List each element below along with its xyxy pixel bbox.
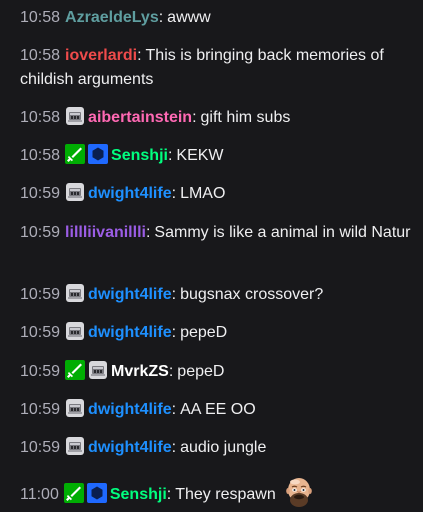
moderator-sword-icon xyxy=(65,360,86,380)
message-separator: : xyxy=(171,185,177,202)
message-text: awww xyxy=(167,9,211,26)
message-separator: : xyxy=(158,9,164,26)
username[interactable]: AzraeldeLys xyxy=(65,9,159,26)
chat-message: 10:59 dwight4life: LMAO xyxy=(20,182,415,206)
message-timestamp: 10:59 xyxy=(20,224,61,241)
chat-message: 10:58 aibertainstein: gift him subs xyxy=(20,106,415,130)
message-timestamp: 10:59 xyxy=(20,286,61,303)
sub-gifter-icon[interactable] xyxy=(65,321,85,341)
bald-man-emote-icon xyxy=(285,478,312,507)
username[interactable]: dwight4life xyxy=(88,324,172,341)
message-timestamp: 10:59 xyxy=(20,324,61,341)
message-timestamp: 10:59 xyxy=(20,439,61,456)
message-text: gift him subs xyxy=(200,109,291,126)
message-text: pepeD xyxy=(177,363,225,380)
sub-gifter-icon[interactable] xyxy=(65,283,85,303)
chat-message: 10:59 MvrkZS: pepeD xyxy=(20,360,415,384)
chat-log: 10:58 AzraeldeLys: awww 10:58 ioverlardi: Th… xyxy=(0,0,423,512)
bald-man-emote-icon[interactable] xyxy=(282,475,316,509)
message-timestamp: 10:58 xyxy=(20,109,61,126)
username[interactable]: lillliivanillli xyxy=(65,224,146,241)
username[interactable]: dwight4life xyxy=(88,401,172,418)
sub-gifter-icon xyxy=(66,107,85,125)
chat-message: 10:59 dwight4life: pepeD xyxy=(20,321,415,345)
message-text: Sammy is like a animal in wild Natur xyxy=(154,224,411,241)
sub-gifter-icon[interactable] xyxy=(65,182,85,202)
message-separator: : xyxy=(192,109,197,126)
message-text: They respawn xyxy=(175,486,276,503)
message-separator: : xyxy=(168,363,174,380)
message-timestamp: 10:59 xyxy=(20,401,61,418)
message-separator: : xyxy=(167,147,173,164)
chat-message: 10:59 lillliivanillli: Sammy is like a ani… xyxy=(20,221,415,245)
chat-message: 11:00 Senshji: They respawn xyxy=(20,475,415,509)
username[interactable]: aibertainstein xyxy=(88,109,192,126)
message-timestamp: 10:59 xyxy=(20,363,61,380)
message-text: LMAO xyxy=(180,185,226,202)
verified-hexagon-icon xyxy=(86,483,107,503)
sub-gifter-icon xyxy=(89,361,108,379)
message-separator: : xyxy=(171,286,177,303)
sub-gifter-icon[interactable] xyxy=(65,436,85,456)
verified-hexagon-icon xyxy=(88,144,109,164)
chat-message: 10:58 ioverlardi: This is bringing back me… xyxy=(20,44,415,92)
moderator-sword-icon[interactable] xyxy=(65,144,86,164)
message-text: KEKW xyxy=(176,147,224,164)
message-separator: : xyxy=(171,401,177,418)
moderator-sword-icon[interactable] xyxy=(65,360,86,380)
username[interactable]: dwight4life xyxy=(88,185,172,202)
message-timestamp: 10:59 xyxy=(20,185,61,202)
chat-message: 10:59 dwight4life: bugsnax crossover? xyxy=(20,283,415,307)
message-text: audio jungle xyxy=(180,439,267,456)
message-separator: : xyxy=(166,486,172,503)
username[interactable]: ioverlardi xyxy=(65,47,137,64)
message-text: pepeD xyxy=(180,324,228,341)
username[interactable]: Senshji xyxy=(111,147,168,164)
moderator-sword-icon[interactable] xyxy=(63,483,84,503)
message-separator: : xyxy=(171,324,177,341)
message-text: AA EE OO xyxy=(180,401,256,418)
chat-message: 10:58 Senshji: KEKW xyxy=(20,144,415,168)
chat-message: 10:59 dwight4life: AA EE OO xyxy=(20,398,415,422)
username[interactable]: Senshji xyxy=(110,486,167,503)
sub-gifter-icon[interactable] xyxy=(65,398,85,418)
chat-message: 10:58 AzraeldeLys: awww xyxy=(20,6,415,30)
message-separator: : xyxy=(145,224,151,241)
message-timestamp: 11:00 xyxy=(20,486,59,503)
message-text: bugsnax crossover? xyxy=(180,286,324,303)
sub-gifter-icon xyxy=(66,322,85,340)
verified-hexagon-icon[interactable] xyxy=(86,483,107,503)
sub-gifter-icon[interactable] xyxy=(65,106,85,126)
moderator-sword-icon xyxy=(63,483,84,503)
sub-gifter-icon xyxy=(66,399,85,417)
sub-gifter-icon[interactable] xyxy=(88,360,108,380)
message-timestamp: 10:58 xyxy=(20,9,61,26)
message-timestamp: 10:58 xyxy=(20,147,61,164)
message-timestamp: 10:58 xyxy=(20,47,61,64)
username[interactable]: MvrkZS xyxy=(111,363,169,380)
username[interactable]: dwight4life xyxy=(88,286,172,303)
username[interactable]: dwight4life xyxy=(88,439,172,456)
verified-hexagon-icon[interactable] xyxy=(88,144,109,164)
sub-gifter-icon xyxy=(66,183,85,201)
message-separator: : xyxy=(171,439,177,456)
sub-gifter-icon xyxy=(66,437,85,455)
moderator-sword-icon xyxy=(65,144,86,164)
sub-gifter-icon xyxy=(66,284,85,302)
chat-message: 10:59 dwight4life: audio jungle xyxy=(20,436,415,460)
message-separator: : xyxy=(137,47,142,64)
